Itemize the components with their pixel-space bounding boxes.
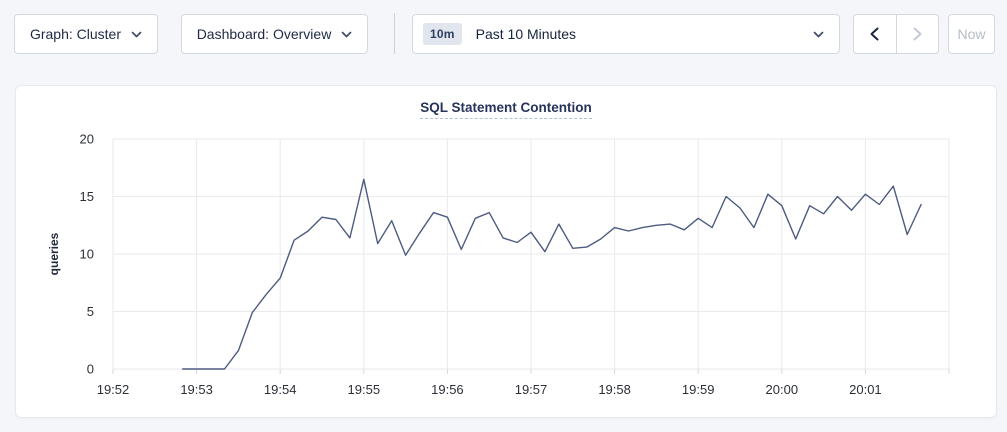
time-range-badge: 10m bbox=[423, 23, 462, 45]
svg-text:19:57: 19:57 bbox=[515, 382, 548, 397]
chart-axis-labels: 0 5 10 15 20 19:52 19:53 19:54 19:55 19:56 19:57 19… bbox=[47, 132, 882, 398]
toolbar: Graph: Cluster Dashboard: Overview 10m P… bbox=[0, 0, 1007, 70]
svg-text:10: 10 bbox=[80, 247, 94, 262]
graph-dropdown[interactable]: Graph: Cluster bbox=[14, 14, 158, 54]
svg-text:15: 15 bbox=[80, 189, 94, 204]
chevron-down-icon bbox=[341, 31, 352, 38]
svg-text:19:58: 19:58 bbox=[598, 382, 631, 397]
chart-series-line bbox=[183, 179, 921, 369]
svg-text:19:54: 19:54 bbox=[264, 382, 297, 397]
svg-text:19:59: 19:59 bbox=[682, 382, 715, 397]
time-window-prev-button[interactable] bbox=[854, 15, 897, 53]
svg-text:19:56: 19:56 bbox=[431, 382, 464, 397]
svg-text:19:52: 19:52 bbox=[97, 382, 130, 397]
svg-text:20:01: 20:01 bbox=[849, 382, 882, 397]
chevron-down-icon bbox=[131, 31, 142, 38]
svg-text:20: 20 bbox=[80, 132, 94, 147]
graph-dropdown-label: Graph: Cluster bbox=[30, 26, 121, 42]
chart-gridlines bbox=[113, 139, 949, 374]
time-window-arrows bbox=[853, 14, 939, 54]
chart-panel: SQL Statement Contention 0510152019:5219… bbox=[15, 85, 997, 418]
time-range-dropdown[interactable]: 10m Past 10 Minutes bbox=[412, 14, 840, 54]
sql-contention-line-chart[interactable]: 0 5 10 15 20 19:52 19:53 19:54 19:55 19:56 19:57 19… bbox=[16, 86, 996, 417]
dashboard-dropdown-label: Dashboard: Overview bbox=[197, 26, 332, 42]
chevron-down-icon bbox=[813, 31, 824, 38]
svg-text:19:55: 19:55 bbox=[348, 382, 381, 397]
svg-text:20:00: 20:00 bbox=[766, 382, 799, 397]
now-button[interactable]: Now bbox=[948, 14, 995, 54]
time-window-next-button[interactable] bbox=[897, 15, 939, 53]
svg-text:19:53: 19:53 bbox=[180, 382, 213, 397]
y-axis-unit-label: queries bbox=[47, 232, 61, 275]
svg-text:0: 0 bbox=[87, 362, 94, 377]
chevron-right-icon bbox=[913, 27, 922, 41]
toolbar-divider bbox=[394, 13, 395, 54]
chevron-left-icon bbox=[870, 27, 879, 41]
svg-text:5: 5 bbox=[87, 304, 94, 319]
time-range-label: Past 10 Minutes bbox=[476, 26, 576, 42]
dashboard-dropdown[interactable]: Dashboard: Overview bbox=[181, 14, 368, 54]
